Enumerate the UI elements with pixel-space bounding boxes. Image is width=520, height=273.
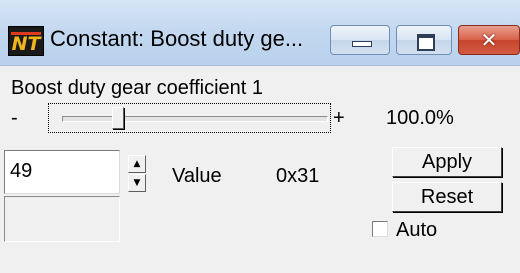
percent-value: 100.0% <box>386 107 454 129</box>
value-input[interactable]: 49 <box>4 150 120 194</box>
auto-checkbox[interactable] <box>372 221 388 237</box>
apply-button[interactable]: Apply <box>392 147 502 177</box>
window-title: Constant: Boost duty ge... <box>50 26 304 51</box>
close-icon: ✕ <box>480 28 498 52</box>
minimize-button[interactable] <box>330 25 390 55</box>
app-icon-label: NT <box>11 33 41 55</box>
reset-button[interactable]: Reset <box>392 182 502 212</box>
minimize-icon <box>352 41 372 47</box>
arrow-up-icon: ▲ <box>133 159 141 169</box>
slider-thumb[interactable] <box>112 107 124 129</box>
auto-checkbox-label[interactable]: Auto <box>396 218 437 242</box>
hex-value: 0x31 <box>276 165 320 187</box>
secondary-field <box>4 196 120 242</box>
maximize-button[interactable] <box>396 25 452 55</box>
arrow-down-icon: ▼ <box>133 178 141 188</box>
close-button[interactable]: ✕ <box>458 25 520 55</box>
value-label: Value <box>172 165 222 187</box>
slider-track[interactable] <box>62 116 328 122</box>
spin-up-button[interactable]: ▲ <box>128 155 146 173</box>
parameter-caption: Boost duty gear coefficient 1 <box>11 77 264 99</box>
slider-plus-label: + <box>333 107 345 129</box>
spin-down-button[interactable]: ▼ <box>128 174 146 192</box>
title-bar[interactable]: NT Constant: Boost duty ge... ✕ <box>0 0 520 66</box>
maximize-icon <box>417 34 435 51</box>
app-icon[interactable]: NT <box>8 26 44 56</box>
slider-minus-label: - <box>11 107 18 129</box>
